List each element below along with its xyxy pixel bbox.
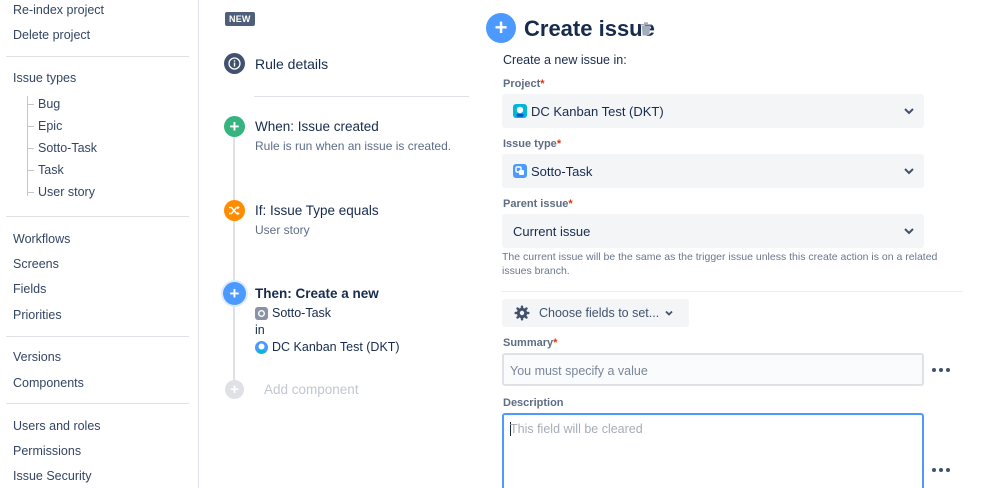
sidebar-item-task[interactable]: Task [38, 163, 64, 177]
description-more-options-icon[interactable] [932, 466, 950, 474]
project-avatar-glyph [516, 106, 524, 117]
parent-issue-select-value: Current issue [513, 224, 591, 239]
project-select-value: DC Kanban Test (DKT) [531, 104, 664, 119]
project-select[interactable]: DC Kanban Test (DKT) [502, 94, 924, 128]
action-issue-type: Sotto-Task [272, 306, 332, 320]
tree-branch [27, 148, 34, 149]
condition-description: User story [255, 223, 310, 237]
tree-branch [27, 126, 34, 127]
sidebar-link-components[interactable]: Components [13, 376, 84, 390]
chevron-down-icon [904, 168, 914, 175]
rule-details-divider [254, 96, 469, 97]
sidebar-link-permissions[interactable]: Permissions [13, 444, 81, 458]
action-title[interactable]: Then: Create a new [255, 286, 379, 301]
sidebar-divider [6, 336, 189, 337]
rule-details-link[interactable]: Rule details [255, 56, 328, 72]
sidebar-link-screens[interactable]: Screens [13, 257, 59, 271]
add-component-link[interactable]: Add component [264, 382, 359, 397]
description-label: Description [503, 397, 564, 409]
action-in-label: in [255, 323, 265, 337]
issue-type-label: Issue type* [503, 138, 561, 150]
sidebar-item-user-story[interactable]: User story [38, 185, 95, 199]
project-label: Project* [503, 78, 545, 90]
trash-icon[interactable] [640, 22, 652, 36]
gear-icon [514, 305, 530, 321]
chain-connector-line [233, 134, 235, 390]
condition-title[interactable]: If: Issue Type equals [255, 203, 379, 218]
trigger-plus-icon[interactable]: + [224, 116, 245, 137]
new-badge: NEW [225, 12, 255, 26]
choose-fields-label: Choose fields to set... [539, 306, 660, 320]
required-marker: * [553, 337, 558, 349]
tree-branch [27, 170, 34, 171]
create-issue-plus-icon: + [486, 13, 516, 43]
parent-issue-label-text: Parent issue [503, 198, 569, 210]
project-avatar-icon [513, 104, 527, 118]
subtask-icon [513, 164, 527, 178]
panel-subtitle: Create a new issue in: [503, 53, 627, 67]
issue-type-select-value: Sotto-Task [531, 164, 593, 179]
sotto-task-icon [255, 307, 268, 320]
sidebar-link-priorities[interactable]: Priorities [13, 308, 62, 322]
shuffle-glyph [229, 205, 240, 216]
tree-branch [27, 192, 34, 193]
sidebar-link-fields[interactable]: Fields [13, 282, 46, 296]
sidebar-link-delete-project[interactable]: Delete project [13, 28, 90, 42]
panel-divider [502, 291, 962, 292]
required-marker: * [568, 198, 573, 210]
project-avatar-icon [255, 341, 268, 354]
choose-fields-button[interactable]: Choose fields to set... [502, 299, 689, 327]
summary-input[interactable]: You must specify a value [502, 353, 924, 386]
action-project: DC Kanban Test (DKT) [272, 340, 400, 354]
parent-issue-helper-text: The current issue will be the same as th… [502, 251, 938, 277]
trigger-description: Rule is run when an issue is created. [255, 139, 452, 153]
issue-type-label-text: Issue type [503, 138, 557, 150]
add-component-icon[interactable]: + [225, 380, 244, 399]
sidebar-link-users-and-roles[interactable]: Users and roles [13, 419, 101, 433]
info-glyph [228, 57, 241, 70]
action-plus-icon[interactable]: + [223, 282, 246, 305]
sidebar-item-bug[interactable]: Bug [38, 97, 60, 111]
required-marker: * [540, 78, 545, 90]
description-textarea[interactable]: This field will be cleared [502, 413, 924, 488]
sotto-task-glyph [258, 310, 265, 317]
sidebar-link-issue-types[interactable]: Issue types [13, 71, 76, 85]
tree-line [27, 96, 28, 196]
chevron-down-icon [904, 228, 914, 235]
sidebar-item-epic[interactable]: Epic [38, 119, 62, 133]
project-settings-sidebar: Re-index project Delete project Issue ty… [0, 0, 199, 488]
tree-branch [27, 104, 34, 105]
info-icon[interactable] [224, 53, 245, 74]
parent-issue-label: Parent issue* [503, 198, 573, 210]
sidebar-divider [6, 56, 189, 57]
description-placeholder: This field will be cleared [510, 422, 643, 436]
chevron-down-icon [904, 108, 914, 115]
trigger-title[interactable]: When: Issue created [255, 119, 379, 134]
summary-label: Summary* [503, 337, 557, 349]
summary-label-text: Summary [503, 337, 554, 349]
summary-more-options-icon[interactable] [932, 366, 950, 374]
sidebar-link-workflows[interactable]: Workflows [13, 232, 70, 246]
project-label-text: Project [503, 78, 541, 90]
sidebar-item-sotto-task[interactable]: Sotto-Task [38, 141, 97, 155]
sidebar-link-versions[interactable]: Versions [13, 350, 61, 364]
summary-placeholder: You must specify a value [510, 364, 648, 378]
sidebar-divider [6, 216, 189, 217]
subtask-glyph [515, 166, 524, 175]
chevron-down-icon [665, 310, 673, 316]
sidebar-link-issue-security[interactable]: Issue Security [13, 469, 92, 483]
project-avatar-glyph [258, 343, 265, 353]
panel-title: Create issue [524, 16, 655, 41]
required-marker: * [556, 138, 562, 150]
shuffle-icon[interactable] [224, 200, 245, 221]
parent-issue-select[interactable]: Current issue [502, 214, 924, 248]
issue-type-select[interactable]: Sotto-Task [502, 154, 924, 188]
sidebar-divider [6, 403, 189, 404]
sidebar-link-reindex-project[interactable]: Re-index project [13, 3, 104, 17]
